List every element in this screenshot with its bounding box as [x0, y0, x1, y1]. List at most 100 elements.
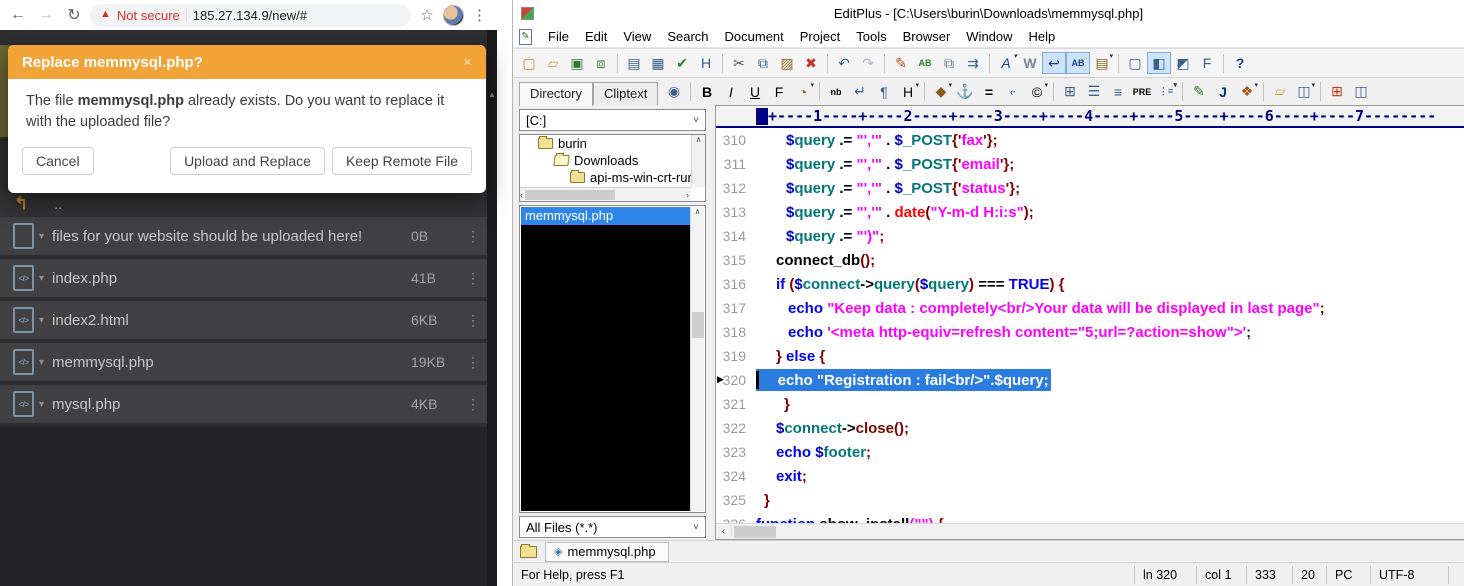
scroll-thumb[interactable]: [734, 526, 776, 538]
file-filter-select[interactable]: All Files (*.*) ˅: [519, 516, 706, 538]
back-icon[interactable]: ←: [6, 3, 30, 27]
tree-horizontal-scrollbar[interactable]: ‹›: [520, 187, 691, 201]
file-name[interactable]: memmysql.php: [52, 354, 411, 371]
file-name[interactable]: index2.html: [52, 312, 411, 329]
print-preview-icon[interactable]: ▤: [622, 52, 646, 74]
file-row[interactable]: ▾files for your website should be upload…: [0, 217, 487, 255]
list-icon[interactable]: ⋮≡▾: [1154, 81, 1178, 103]
dropdown-caret-icon[interactable]: ▾: [1173, 81, 1177, 89]
browser-menu-icon[interactable]: ⋮: [468, 6, 491, 24]
paste-icon[interactable]: ▨: [775, 52, 799, 74]
row-menu-icon[interactable]: ⋮: [459, 270, 487, 287]
font-icon[interactable]: A▾: [994, 52, 1018, 74]
undo-icon[interactable]: ↶: [832, 52, 856, 74]
code-line[interactable]: 314$query .= "')";: [716, 224, 1464, 248]
dropdown-caret-icon[interactable]: ▾: [810, 81, 814, 89]
code-line[interactable]: 326function show_install("") {: [716, 512, 1464, 523]
heading-icon[interactable]: H▾: [896, 81, 920, 103]
split-window-icon[interactable]: ◫: [1349, 81, 1373, 103]
javascript-icon[interactable]: J: [1211, 81, 1235, 103]
tab-cliptext[interactable]: Cliptext: [593, 82, 658, 105]
column-select-icon[interactable]: AB: [1066, 52, 1090, 74]
copy-block-icon[interactable]: ⧉: [937, 52, 961, 74]
copy-icon[interactable]: ⧉: [751, 52, 775, 74]
dropdown-caret-icon[interactable]: ▾: [1013, 52, 1017, 60]
row-menu-icon[interactable]: ⋮: [459, 396, 487, 413]
file-name[interactable]: index.php: [52, 270, 411, 287]
scroll-left-icon[interactable]: ‹: [716, 526, 732, 537]
toolbar-toggle-icon[interactable]: ▢: [1123, 52, 1147, 74]
save-all-icon[interactable]: ⧈: [589, 52, 613, 74]
view-in-browser-icon[interactable]: ⊞: [1325, 81, 1349, 103]
file-row[interactable]: </>▾index.php41B⋮: [0, 259, 487, 297]
menu-document[interactable]: Document: [717, 27, 792, 46]
code-line[interactable]: 311$query .= "','" . $_POST{'email'};: [716, 152, 1464, 176]
font-tag-icon[interactable]: F: [767, 81, 791, 103]
file-name[interactable]: files for your website should be uploade…: [52, 228, 411, 245]
code-line[interactable]: ▶320 echo "Registration : fail<br/>".$qu…: [716, 368, 1464, 392]
print-icon[interactable]: ▦: [646, 52, 670, 74]
context-help-icon[interactable]: ?: [1228, 52, 1252, 74]
align-right-icon[interactable]: ≡: [1106, 81, 1130, 103]
tree-item-Downloads[interactable]: Downloads: [520, 152, 705, 169]
menu-browser[interactable]: Browser: [895, 27, 959, 46]
function-list-icon[interactable]: F: [1195, 52, 1219, 74]
paragraph-icon[interactable]: ¶: [872, 81, 896, 103]
folder-icon[interactable]: [520, 546, 537, 558]
new-file-icon[interactable]: ▢: [517, 52, 541, 74]
tree-vertical-scrollbar[interactable]: ∧∨: [691, 135, 705, 187]
code-line[interactable]: 322$connect->close();: [716, 416, 1464, 440]
file-row[interactable]: </>▾memmysql.php19KB⋮: [0, 343, 487, 381]
code-line[interactable]: 312$query .= "','" . $_POST{'status'};: [716, 176, 1464, 200]
browser-preview-icon[interactable]: ◉: [662, 81, 686, 103]
dropdown-caret-icon[interactable]: ▾: [1311, 81, 1315, 89]
watch-icon[interactable]: ◔▾: [791, 81, 815, 103]
underline-icon[interactable]: U: [743, 81, 767, 103]
anchor-icon[interactable]: ⚓: [953, 81, 977, 103]
preferences-icon[interactable]: ▤▾: [1090, 52, 1114, 74]
code-line[interactable]: 323echo $footer;: [716, 440, 1464, 464]
file-row[interactable]: </>▾mysql.php4KB⋮: [0, 385, 487, 423]
image-icon[interactable]: ◆▾: [929, 81, 953, 103]
code-line[interactable]: 313$query .= "','" . date("Y-m-d H:i:s")…: [716, 200, 1464, 224]
special-char-icon[interactable]: ©▾: [1025, 81, 1049, 103]
menu-view[interactable]: View: [615, 27, 659, 46]
line-break-icon[interactable]: ↵: [848, 81, 872, 103]
code-horizontal-scrollbar[interactable]: ‹: [716, 523, 1464, 539]
code-editor[interactable]: 310$query .= "','" . $_POST{'fax'};311$q…: [716, 128, 1464, 523]
keep-remote-file-button[interactable]: Keep Remote File: [332, 147, 472, 175]
open-file-icon[interactable]: ▱: [541, 52, 565, 74]
code-line[interactable]: 325}: [716, 488, 1464, 512]
menu-search[interactable]: Search: [659, 27, 716, 46]
upload-and-replace-button[interactable]: Upload and Replace: [170, 147, 325, 175]
menu-edit[interactable]: Edit: [577, 27, 615, 46]
code-line[interactable]: 318echo '<meta http-equiv=refresh conten…: [716, 320, 1464, 344]
window-list-icon[interactable]: ◫▾: [1292, 81, 1316, 103]
bold-icon[interactable]: B: [695, 81, 719, 103]
dropdown-caret-icon[interactable]: ▾: [1109, 52, 1113, 60]
row-menu-icon[interactable]: ⋮: [459, 228, 487, 245]
dropdown-caret-icon[interactable]: ▾: [915, 81, 919, 89]
redo-icon[interactable]: ↷: [856, 52, 880, 74]
drive-select[interactable]: [C:] ˅: [519, 109, 706, 131]
code-line[interactable]: 317echo "Keep data : completely<br/>Your…: [716, 296, 1464, 320]
indent-icon[interactable]: ⇉: [961, 52, 985, 74]
tab-directory[interactable]: Directory: [519, 82, 593, 106]
bookmark-star-icon[interactable]: ☆: [415, 3, 439, 27]
selected-file-item[interactable]: memmysql.php: [521, 207, 690, 225]
file-row[interactable]: </>▾index2.html6KB⋮: [0, 301, 487, 339]
address-bar[interactable]: ▲ Not secure 185.27.134.9/new/#: [90, 4, 411, 27]
document-tab[interactable]: ◈ memmysql.php: [545, 542, 669, 562]
dropdown-caret-icon[interactable]: ▾: [1254, 81, 1258, 89]
code-line[interactable]: 324exit;: [716, 464, 1464, 488]
script-edit-icon[interactable]: ✎: [1187, 81, 1211, 103]
menu-window[interactable]: Window: [958, 27, 1020, 46]
italic-icon[interactable]: I: [719, 81, 743, 103]
table-icon[interactable]: ⊞: [1058, 81, 1082, 103]
scroll-up-icon[interactable]: ▲: [487, 90, 497, 99]
parent-directory-row[interactable]: ↰ ..: [0, 192, 487, 216]
nbsp-icon[interactable]: nb: [824, 81, 848, 103]
html-document-icon[interactable]: H: [694, 52, 718, 74]
filelist-scrollbar[interactable]: ∧: [690, 207, 704, 511]
delete-icon[interactable]: ✖: [799, 52, 823, 74]
